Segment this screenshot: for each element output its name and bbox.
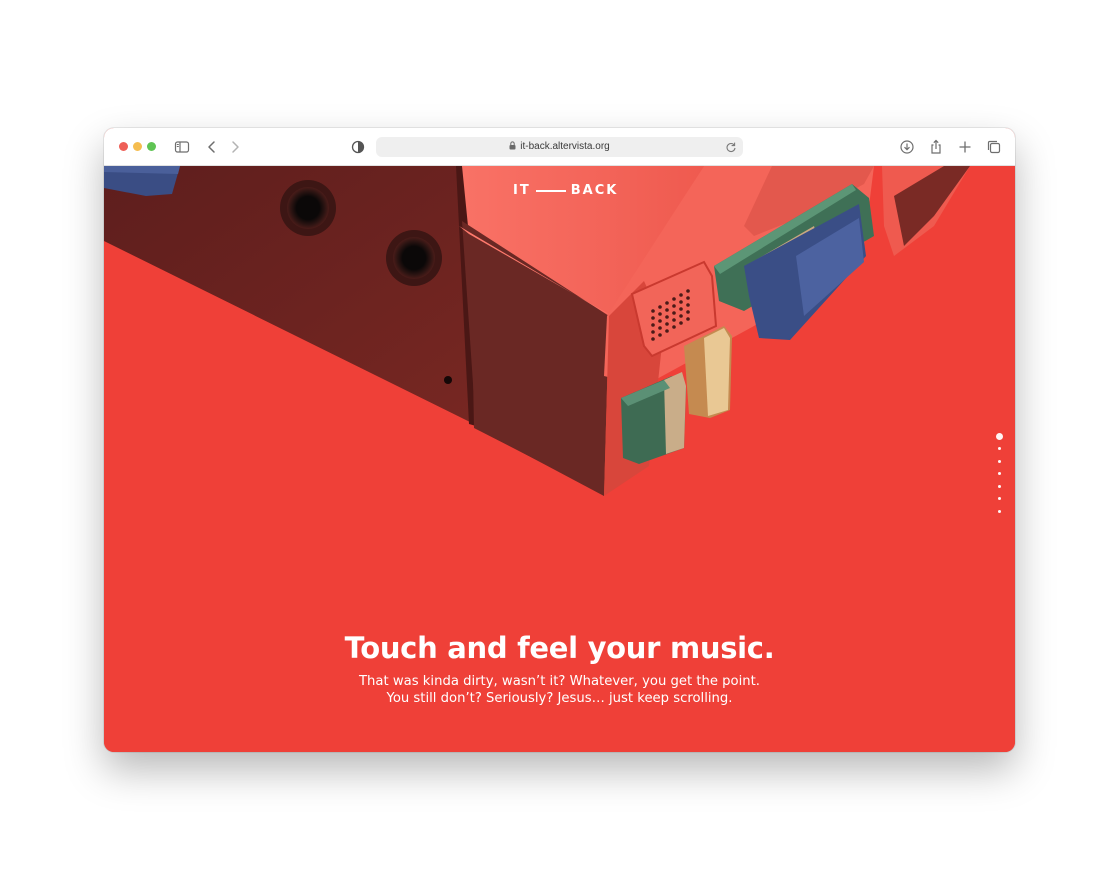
forward-icon[interactable] — [227, 139, 243, 155]
site-logo[interactable]: IT BACK — [513, 183, 618, 198]
logo-dash — [535, 189, 566, 192]
lock-icon — [509, 138, 516, 158]
url-text: it-back.altervista.org — [520, 141, 610, 152]
sidebar-toggle-icon[interactable] — [174, 139, 190, 155]
page-subtext: That was kinda dirty, wasn’t it? Whateve… — [104, 673, 1015, 707]
pager-dot[interactable] — [997, 497, 1001, 500]
new-tab-icon[interactable] — [957, 139, 973, 155]
browser-toolbar: it-back.altervista.org — [104, 128, 1015, 166]
share-icon[interactable] — [928, 139, 944, 155]
logo-back: BACK — [570, 183, 619, 198]
page-content: IT BACK Touch and feel your music. That … — [104, 166, 1015, 752]
back-icon[interactable] — [204, 139, 220, 155]
tab-overview-icon[interactable] — [986, 139, 1002, 155]
page-headline: Touch and feel your music. — [344, 631, 775, 665]
download-icon[interactable] — [899, 139, 915, 155]
pager-dot[interactable] — [997, 447, 1001, 450]
browser-window: it-back.altervista.org IT BACK Touch and… — [104, 128, 1015, 752]
logo-it: IT — [513, 183, 531, 198]
privacy-shield-icon[interactable] — [350, 139, 366, 155]
pager-dot[interactable] — [995, 433, 1003, 440]
reload-icon[interactable] — [725, 141, 737, 153]
minimize-window-button[interactable] — [133, 142, 142, 151]
pager-dot[interactable] — [997, 509, 1001, 513]
zoom-window-button[interactable] — [147, 142, 156, 151]
subtext-line-1: That was kinda dirty, wasn’t it? Whateve… — [359, 674, 760, 689]
pager-dot[interactable] — [997, 459, 1001, 463]
section-pager — [995, 433, 1003, 522]
close-window-button[interactable] — [119, 142, 128, 151]
address-bar[interactable]: it-back.altervista.org — [376, 137, 743, 157]
pager-dot[interactable] — [997, 484, 1001, 488]
pager-dot[interactable] — [997, 472, 1001, 475]
subtext-line-2: You still don’t? Seriously? Jesus… just … — [386, 691, 733, 706]
